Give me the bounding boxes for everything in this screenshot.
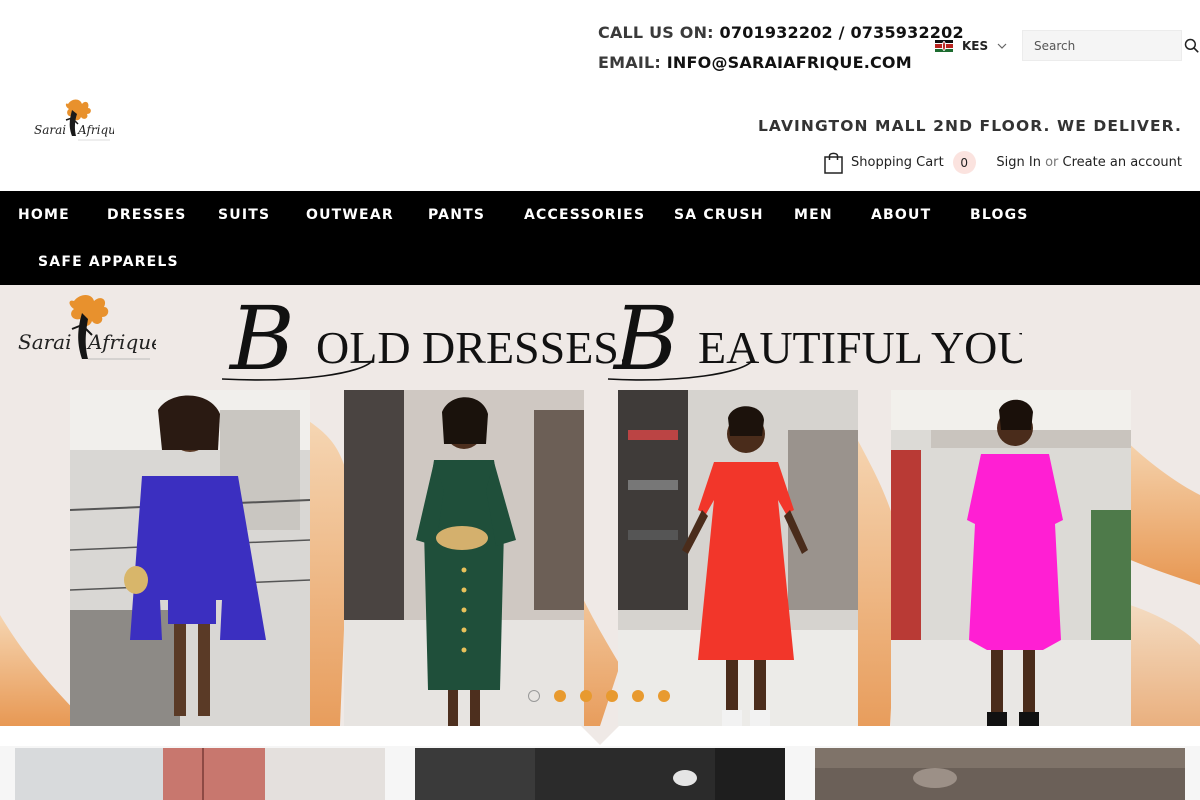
search-box xyxy=(1022,30,1199,61)
collection-card-3[interactable] xyxy=(815,748,1185,800)
sign-in-link[interactable]: Sign In xyxy=(996,155,1041,170)
slider-dot-4[interactable] xyxy=(606,690,618,702)
shopping-bag-icon xyxy=(824,152,843,174)
phone-numbers[interactable]: 0701932202 / 0735932202 xyxy=(720,23,964,42)
slider-dot-6[interactable] xyxy=(658,690,670,702)
search-button[interactable] xyxy=(1184,31,1199,60)
phone-line: CALL US ON: 0701932202 / 0735932202 xyxy=(598,18,964,48)
brand-logo[interactable]: Sarai Afrique xyxy=(32,96,114,148)
slider-dot-5[interactable] xyxy=(632,690,644,702)
svg-text:Afrique: Afrique xyxy=(77,123,114,137)
slider-dot-2[interactable] xyxy=(554,690,566,702)
nav-item-safe-apparels[interactable]: SAFE APPARELS xyxy=(38,254,179,270)
search-input[interactable] xyxy=(1023,31,1184,60)
nav-item-blogs[interactable]: BLOGS xyxy=(970,207,1029,223)
chevron-down-icon xyxy=(997,43,1007,49)
kenya-flag-icon xyxy=(935,40,953,52)
account-links: Sign In or Create an account xyxy=(996,155,1182,170)
headline-initial-1: B xyxy=(228,291,295,383)
currency-selector[interactable]: KES xyxy=(935,36,1007,56)
main-navigation: HOME DRESSES SUITS OUTWEAR PANTS ACCESSO… xyxy=(0,191,1200,285)
hero-headline: B OLD DRESSES. B EAUTIFUL YOU. xyxy=(222,291,1022,383)
create-account-link[interactable]: Create an account xyxy=(1063,155,1182,170)
currency-code: KES xyxy=(962,39,989,53)
search-icon xyxy=(1184,38,1199,53)
svg-text:Afrique: Afrique xyxy=(86,330,156,354)
nav-item-home[interactable]: HOME xyxy=(18,207,70,223)
slider-pagination xyxy=(528,690,670,702)
cart-count-badge: 0 xyxy=(952,151,976,174)
email-label: EMAIL: xyxy=(598,53,661,72)
contact-info: CALL US ON: 0701932202 / 0735932202 EMAI… xyxy=(598,18,964,78)
slider-dot-1[interactable] xyxy=(528,690,540,702)
nav-item-men[interactable]: MEN xyxy=(794,207,833,223)
collection-card-1[interactable] xyxy=(15,748,385,800)
store-address: LAVINGTON MALL 2ND FLOOR. WE DELIVER. xyxy=(757,117,1182,135)
hero-photo-blue-dress xyxy=(70,390,310,726)
nav-item-dresses[interactable]: DRESSES xyxy=(107,207,187,223)
headline-text-1: OLD DRESSES. xyxy=(316,322,630,373)
hero-brand-logo: Sarai Afrique xyxy=(18,295,156,360)
nav-item-sa-crush[interactable]: SA CRUSH xyxy=(674,207,764,223)
shopping-cart-link[interactable]: Shopping Cart 0 xyxy=(824,151,976,174)
featured-collections xyxy=(0,726,1200,800)
svg-text:Sarai: Sarai xyxy=(18,330,72,354)
svg-text:Sarai: Sarai xyxy=(34,123,66,137)
collection-card-2[interactable] xyxy=(415,748,785,800)
nav-item-suits[interactable]: SUITS xyxy=(218,207,270,223)
nav-item-about[interactable]: ABOUT xyxy=(871,207,931,223)
cart-label: Shopping Cart xyxy=(851,155,944,170)
hero-photo-red-dress xyxy=(618,390,858,726)
phone-label: CALL US ON: xyxy=(598,23,714,42)
account-separator: or xyxy=(1045,155,1059,170)
headline-initial-2: B xyxy=(612,291,679,383)
hero-photo-pink-dress xyxy=(891,390,1131,726)
hero-banner[interactable]: Sarai Afrique B OLD DRESSES. B EAUTIFUL … xyxy=(0,285,1200,726)
email-address[interactable]: INFO@SARAIAFRIQUE.COM xyxy=(667,53,912,72)
nav-item-accessories[interactable]: ACCESSORIES xyxy=(524,207,645,223)
nav-item-pants[interactable]: PANTS xyxy=(428,207,485,223)
slider-dot-3[interactable] xyxy=(580,690,592,702)
nav-item-outwear[interactable]: OUTWEAR xyxy=(306,207,394,223)
email-line: EMAIL: INFO@SARAIAFRIQUE.COM xyxy=(598,48,964,78)
hero-photo-green-dress xyxy=(344,390,584,726)
site-header: CALL US ON: 0701932202 / 0735932202 EMAI… xyxy=(0,0,1200,191)
hero-pointer xyxy=(581,726,619,745)
